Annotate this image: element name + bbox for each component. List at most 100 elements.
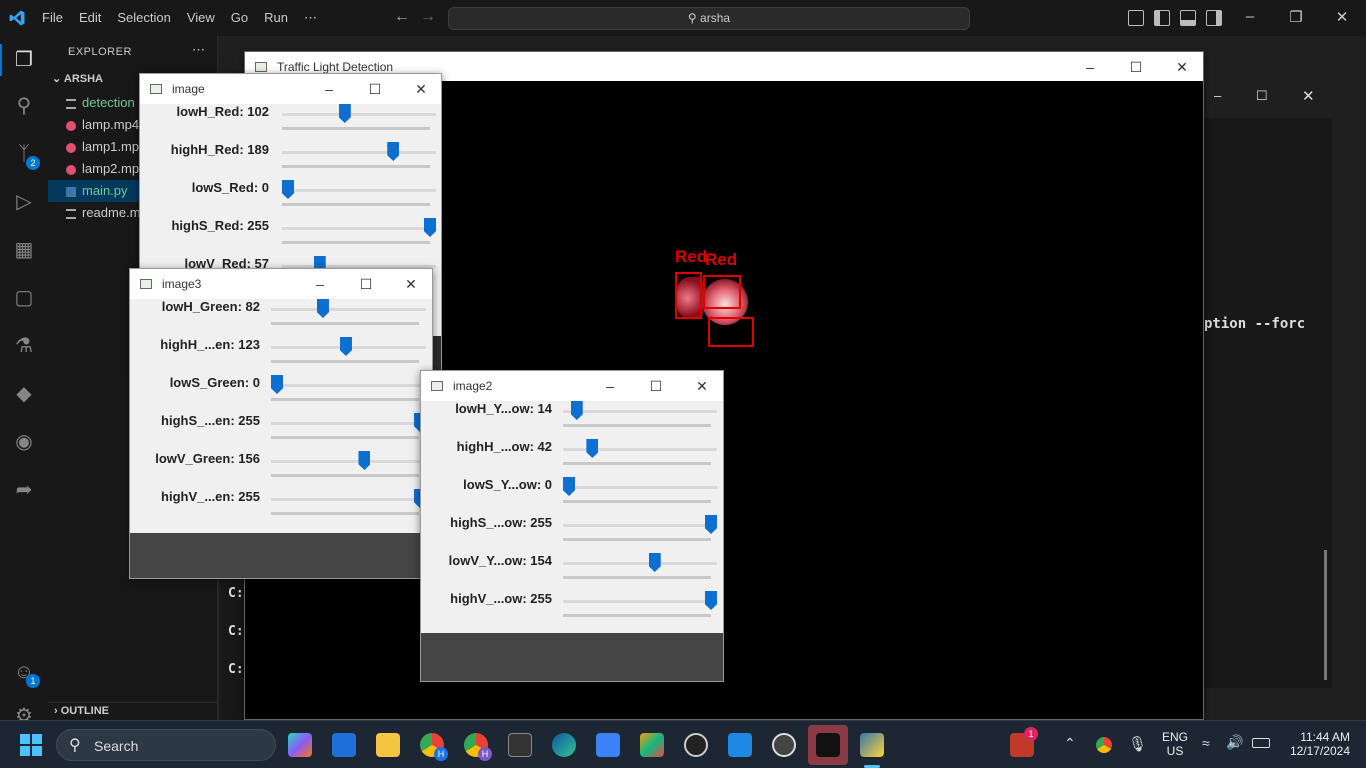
trackbar-track[interactable]: [563, 410, 717, 413]
wifi-icon[interactable]: ≈: [1202, 735, 1210, 751]
menu-run[interactable]: Run: [256, 0, 296, 36]
close-icon[interactable]: ✕: [398, 74, 444, 104]
terminal-scrollbar[interactable]: [1324, 550, 1327, 680]
search-icon[interactable]: ⚲: [12, 94, 36, 118]
app-tray-icon[interactable]: 1: [1010, 727, 1038, 757]
trackbar-thumb[interactable]: [648, 553, 661, 572]
trackbar-track[interactable]: [563, 600, 717, 603]
menu-view[interactable]: View: [179, 0, 223, 36]
restore-icon[interactable]: ❐: [1286, 8, 1306, 26]
extensions-icon[interactable]: ▦: [12, 238, 36, 262]
file-explorer-icon[interactable]: [376, 733, 400, 757]
terminal-icon[interactable]: [508, 733, 532, 757]
run-debug-icon[interactable]: ▷: [12, 190, 36, 214]
toggle-panel-icon[interactable]: [1180, 10, 1196, 26]
forward-arrow-icon[interactable]: →: [420, 8, 436, 26]
trackbar-track[interactable]: [282, 151, 436, 154]
trackbar-thumb[interactable]: [358, 451, 371, 470]
toggle-sidebar-icon[interactable]: [1154, 10, 1170, 26]
remote-explorer-icon[interactable]: ▢: [12, 286, 36, 310]
vscode-logo-icon[interactable]: [8, 9, 26, 27]
copilot-icon[interactable]: [288, 733, 312, 757]
maximize-icon[interactable]: ☐: [633, 371, 679, 401]
maximize-icon[interactable]: ☐: [1256, 88, 1268, 104]
github-icon[interactable]: ◉: [12, 430, 36, 454]
app-icon[interactable]: [332, 733, 356, 757]
microphone-icon[interactable]: 🎙: [1128, 735, 1147, 753]
clock[interactable]: 11:44 AM 12/17/2024: [1282, 730, 1350, 758]
maximize-icon[interactable]: ☐: [343, 269, 389, 299]
trackbar-thumb[interactable]: [563, 477, 575, 496]
toggle-secondary-sidebar-icon[interactable]: [1206, 10, 1222, 26]
maximize-icon[interactable]: ☐: [1113, 52, 1159, 82]
volume-icon[interactable]: 🔊: [1226, 734, 1243, 751]
menu-selection[interactable]: Selection: [109, 0, 178, 36]
trackbar-track[interactable]: [271, 308, 426, 311]
trackbar-thumb[interactable]: [424, 218, 436, 237]
trackbar-track[interactable]: [271, 498, 426, 501]
edge-icon[interactable]: [552, 733, 576, 757]
trackbar-thumb[interactable]: [705, 515, 717, 534]
close-icon[interactable]: ✕: [1302, 87, 1315, 105]
source-control-icon[interactable]: ᛉ2: [12, 142, 40, 170]
python-icon[interactable]: [860, 733, 884, 757]
customize-layout-icon[interactable]: [1128, 10, 1144, 26]
battery-icon[interactable]: [1252, 738, 1270, 748]
more-actions-icon[interactable]: ⋯: [192, 42, 205, 58]
trackbar-track[interactable]: [282, 113, 436, 116]
trackbar-track[interactable]: [563, 524, 717, 527]
trackbar-track[interactable]: [271, 384, 426, 387]
trackbar-thumb[interactable]: [338, 104, 351, 123]
minimize-icon[interactable]: –: [306, 74, 352, 104]
trackbar-thumb[interactable]: [316, 299, 329, 318]
trackbar-thumb[interactable]: [282, 180, 294, 199]
app-icon[interactable]: [640, 733, 664, 757]
trackbar-track[interactable]: [563, 486, 717, 489]
close-icon[interactable]: ✕: [679, 371, 725, 401]
minimize-icon[interactable]: –: [587, 371, 633, 401]
trackbar-thumb[interactable]: [271, 375, 283, 394]
media-player-icon[interactable]: [772, 733, 796, 757]
menu-more[interactable]: ⋯: [296, 0, 325, 36]
trackbar-thumb[interactable]: [586, 439, 599, 458]
notepad-icon[interactable]: [596, 733, 620, 757]
trackbar-thumb[interactable]: [387, 142, 400, 161]
chevron-up-icon[interactable]: ⌃: [1064, 735, 1076, 752]
vscode-icon[interactable]: [728, 733, 752, 757]
live-share-icon[interactable]: ➦: [12, 478, 36, 502]
trackbar-track[interactable]: [563, 448, 717, 451]
minimize-icon[interactable]: –: [1214, 88, 1221, 103]
close-icon[interactable]: ✕: [388, 269, 434, 299]
outline-header[interactable]: › OUTLINE: [54, 705, 109, 717]
back-arrow-icon[interactable]: ←: [394, 8, 410, 26]
trackbar-thumb[interactable]: [339, 337, 352, 356]
taskbar-search[interactable]: ⚲ Search: [56, 729, 276, 761]
close-icon[interactable]: ✕: [1332, 8, 1352, 26]
folder-header[interactable]: ⌄ ARSHA: [52, 72, 103, 85]
maximize-icon[interactable]: ☐: [352, 74, 398, 104]
language-indicator[interactable]: ENG US: [1162, 730, 1188, 758]
trackbar-track[interactable]: [271, 422, 426, 425]
chrome-icon[interactable]: H: [464, 733, 492, 761]
trackbar-track[interactable]: [282, 189, 436, 192]
trackbar-track[interactable]: [271, 460, 426, 463]
capcut-active-bg[interactable]: [808, 725, 848, 765]
python-icon[interactable]: ◆: [12, 382, 36, 406]
close-icon[interactable]: ✕: [1159, 52, 1205, 82]
menu-edit[interactable]: Edit: [71, 0, 109, 36]
trackbar-track[interactable]: [563, 562, 717, 565]
menu-go[interactable]: Go: [223, 0, 256, 36]
account-icon[interactable]: ☺ 1: [12, 660, 40, 688]
command-center-search[interactable]: ⚲ arsha: [448, 7, 970, 30]
explorer-icon[interactable]: ❐: [12, 48, 36, 72]
chrome-tray-icon[interactable]: [1096, 737, 1112, 753]
obs-icon[interactable]: [684, 733, 708, 757]
chrome-icon[interactable]: H: [420, 733, 448, 761]
minimize-icon[interactable]: –: [297, 269, 343, 299]
testing-icon[interactable]: ⚗: [12, 334, 36, 358]
minimize-icon[interactable]: –: [1067, 52, 1113, 82]
menu-file[interactable]: File: [34, 0, 71, 36]
trackbar-thumb[interactable]: [570, 401, 583, 420]
minimize-icon[interactable]: –: [1240, 8, 1260, 25]
trackbar-thumb[interactable]: [705, 591, 717, 610]
